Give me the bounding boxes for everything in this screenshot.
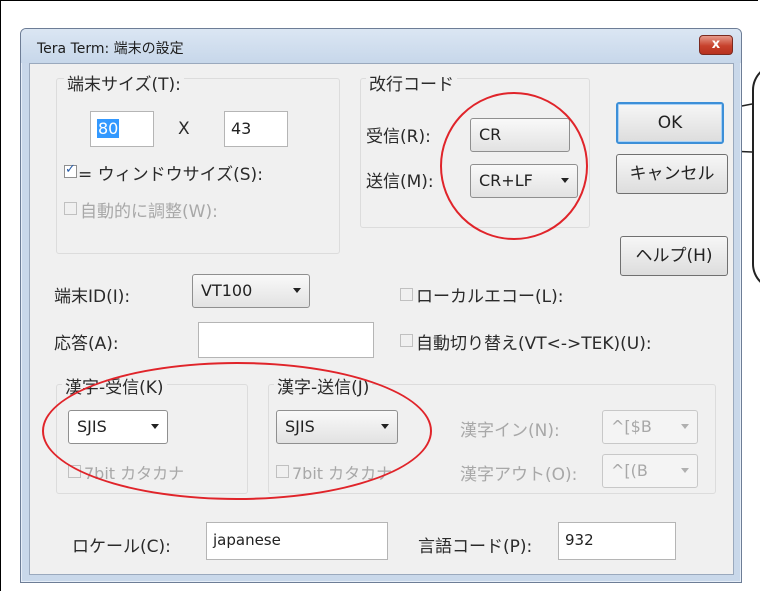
dialog-client-area: 端末サイズ(T): 80 X 43 = ウィンドウサイズ(S): 自動的に調整(… [29,63,734,575]
kanji-receive-dropdown[interactable]: SJIS [68,410,168,444]
terminal-id-value: VT100 [201,281,253,300]
receive-newline-value: CR [479,125,502,144]
chevron-down-icon [681,424,689,429]
kanji-receive-value: SJIS [77,417,107,436]
kanji-in-label: 漢字イン(N): [460,421,560,441]
auto-resize-label: 自動的に調整(W): [80,202,218,222]
chevron-down-icon [681,468,689,473]
size-separator: X [178,119,190,139]
kanji-transmit-label: 漢字-送信(J) [274,373,373,398]
rows-input[interactable]: 43 [224,111,288,147]
newline-group [360,78,590,228]
transmit-newline-dropdown[interactable]: CR+LF [470,164,578,198]
kanji-transmit-katakana-label: 7bit カタカナ [292,464,393,483]
kanji-receive-katakana-checkbox[interactable] [68,465,81,478]
title-bar: Tera Term: 端末の設定 x [21,29,741,63]
chevron-down-icon [293,288,301,293]
kanji-out-value: ^[(B [611,461,648,480]
newline-label: 改行コード [366,70,457,95]
window-title: Tera Term: 端末の設定 [37,41,184,57]
local-echo-label: ローカルエコー(L): [416,287,564,307]
terminal-size-label: 端末サイズ(T): [64,70,184,95]
kanji-in-value: ^[$B [611,417,652,436]
kanji-transmit-dropdown[interactable]: SJIS [276,410,398,444]
kanji-transmit-katakana-checkbox[interactable] [276,465,289,478]
columns-value: 80 [97,119,120,138]
cancel-button[interactable]: キャンセル [616,154,728,194]
help-button[interactable]: ヘルプ(H) [620,236,728,276]
transmit-newline-value: CR+LF [479,171,533,190]
close-button[interactable]: x [699,35,733,55]
auto-switch-label: 自動切り替え(VT<->TEK)(U): [416,334,652,354]
kanji-out-dropdown[interactable]: ^[(B [602,454,698,488]
kanji-in-dropdown[interactable]: ^[$B [602,410,698,444]
language-code-input[interactable]: 932 [558,522,676,560]
auto-switch-checkbox[interactable] [400,334,413,347]
eq-window-checkbox[interactable] [64,162,77,178]
columns-input[interactable]: 80 [90,111,154,147]
receive-label: 受信(R): [366,127,431,147]
settings-dialog: Tera Term: 端末の設定 x 端末サイズ(T): 80 X 43 = ウ… [20,28,742,583]
terminal-id-dropdown[interactable]: VT100 [192,274,310,308]
chevron-down-icon [561,178,569,183]
ok-button[interactable]: OK [616,102,724,144]
terminal-id-label: 端末ID(I): [54,287,131,307]
kanji-out-label: 漢字アウト(O): [460,465,578,485]
auto-resize-checkbox[interactable] [64,202,77,215]
transmit-label: 送信(M): [366,172,434,192]
locale-input[interactable]: japanese [206,522,388,560]
answerback-label: 応答(A): [54,334,119,354]
kanji-receive-label: 漢字-受信(K) [62,373,167,398]
local-echo-checkbox[interactable] [400,288,413,301]
receive-newline-dropdown[interactable]: CR [470,118,570,152]
kanji-receive-katakana-label: 7bit カタカナ [84,464,185,483]
eq-window-label: = ウィンドウサイズ(S): [78,165,263,185]
language-code-label: 言語コード(P): [418,537,533,557]
answerback-input[interactable] [198,322,374,358]
kanji-transmit-value: SJIS [285,417,315,436]
chevron-down-icon [151,424,159,429]
close-icon: x [711,37,721,52]
locale-label: ロケール(C): [72,537,171,557]
chevron-down-icon [381,424,389,429]
